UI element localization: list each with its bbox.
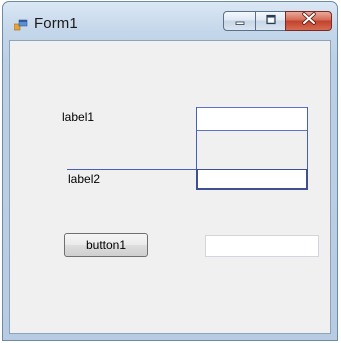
- selection-area: [197, 131, 307, 169]
- maximize-button[interactable]: [255, 11, 286, 31]
- close-button[interactable]: [285, 11, 332, 31]
- textbox2[interactable]: [196, 169, 308, 190]
- minimize-icon: [234, 12, 246, 30]
- windows-form-icon: [13, 18, 28, 31]
- form-window: Form1 label1 label2 button1: [2, 1, 338, 341]
- button1[interactable]: button1: [64, 233, 148, 257]
- textbox1[interactable]: [196, 107, 308, 131]
- minimize-button[interactable]: [223, 11, 256, 31]
- maximize-icon: [265, 12, 277, 30]
- label2: label2: [68, 172, 101, 186]
- close-icon: [301, 12, 317, 30]
- label1: label1: [62, 110, 95, 124]
- form-client-area: label1 label2 button1: [9, 40, 331, 334]
- textbox3[interactable]: [205, 235, 319, 257]
- window-title: Form1: [34, 15, 78, 32]
- title-bar[interactable]: Form1: [3, 2, 337, 40]
